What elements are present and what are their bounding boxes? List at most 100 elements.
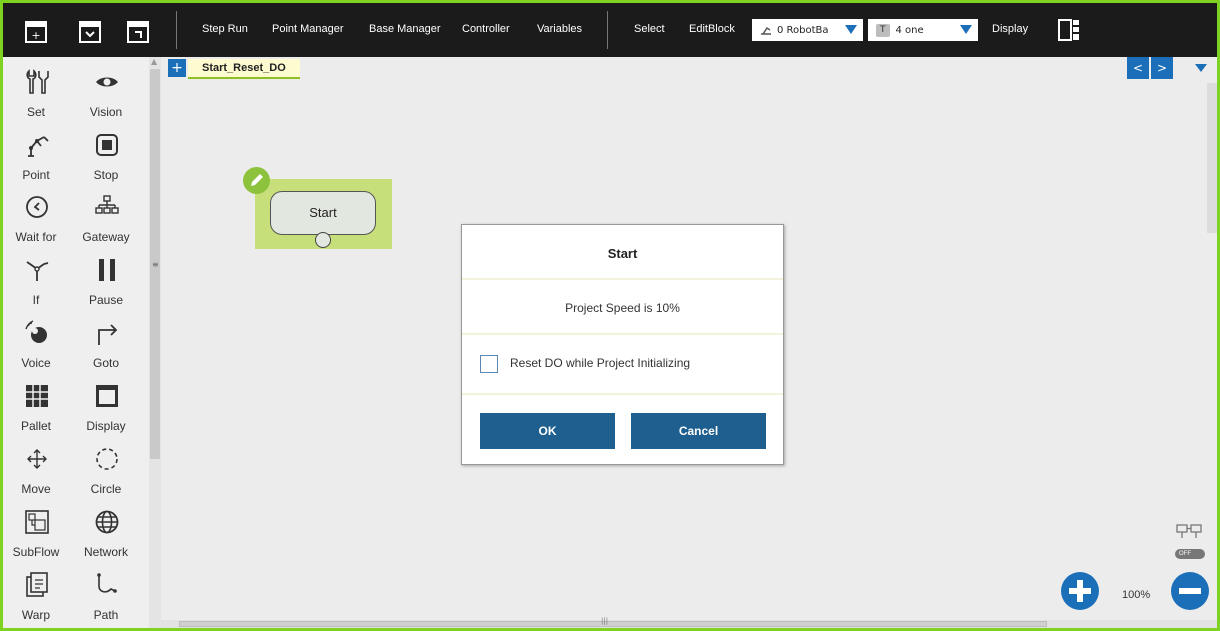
- block-palette: Set Vision Point Stop Wait for Gateway I…: [3, 57, 149, 628]
- toolbar-separator: [607, 11, 608, 49]
- point-manager-menu[interactable]: Point Manager: [272, 23, 344, 35]
- voice-icon: [25, 320, 47, 343]
- prev-tab-button[interactable]: <: [1127, 57, 1149, 79]
- stop-icon: [96, 134, 118, 156]
- pause-icon: [99, 259, 115, 281]
- path-icon: [97, 573, 117, 593]
- palette-item-if[interactable]: If: [5, 251, 67, 313]
- toggle-switch[interactable]: OFF: [1175, 549, 1205, 559]
- save-file-icon[interactable]: [127, 19, 149, 43]
- start-node[interactable]: Start: [243, 167, 392, 249]
- palette-item-gateway[interactable]: Gateway: [75, 188, 137, 250]
- palette-item-label: Goto: [92, 356, 119, 370]
- flow-toggle[interactable]: OFF: [1169, 521, 1209, 565]
- wrench-icon: [26, 69, 49, 94]
- display-menu[interactable]: Display: [992, 23, 1028, 35]
- app-window: + Step Run Point Manager Base Manager Co…: [3, 3, 1217, 628]
- editblock-menu[interactable]: EditBlock: [689, 23, 735, 35]
- palette-item-display[interactable]: Display: [75, 377, 137, 439]
- warp-icon: [26, 572, 48, 597]
- scrollbar-thumb[interactable]: [179, 621, 1047, 627]
- palette-item-circle[interactable]: Circle: [75, 440, 137, 502]
- edit-pencil-icon[interactable]: [243, 167, 270, 194]
- next-tab-button[interactable]: >: [1151, 57, 1173, 79]
- palette-scrollbar[interactable]: ▲ ≡: [149, 57, 161, 628]
- tool-select[interactable]: T 4 one: [868, 19, 978, 41]
- globe-icon: [95, 510, 119, 534]
- palette-item-point[interactable]: Point: [5, 126, 67, 188]
- palette-item-subflow[interactable]: SubFlow: [5, 503, 67, 565]
- chevron-down-icon[interactable]: [1195, 64, 1207, 72]
- checkbox-label[interactable]: Reset DO while Project Initializing: [510, 356, 690, 370]
- palette-item-pause[interactable]: Pause: [75, 251, 137, 313]
- palette-item-label: Vision: [89, 105, 123, 119]
- checkbox-box[interactable]: [480, 355, 498, 373]
- canvas-horizontal-scrollbar[interactable]: |||: [161, 617, 1217, 628]
- palette-item-move[interactable]: Move: [5, 440, 67, 502]
- display-icon: [96, 385, 118, 407]
- select-menu[interactable]: Select: [634, 23, 665, 35]
- palette-item-warp[interactable]: Warp: [5, 566, 67, 628]
- base-select[interactable]: 0 RobotBa: [752, 19, 863, 41]
- palette-item-wait-for[interactable]: Wait for: [5, 188, 67, 250]
- palette-item-goto[interactable]: Goto: [75, 314, 137, 376]
- step-run-menu[interactable]: Step Run: [202, 23, 248, 35]
- reset-do-checkbox[interactable]: Reset DO while Project Initializing: [480, 354, 770, 374]
- zoom-out-button[interactable]: [1171, 572, 1209, 610]
- grip-icon: ≡: [152, 260, 159, 269]
- palette-item-pallet[interactable]: Pallet: [5, 377, 67, 439]
- tab-start-reset-do[interactable]: Start_Reset_DO: [188, 59, 300, 79]
- robot-base-icon: [761, 26, 771, 35]
- cancel-button[interactable]: Cancel: [631, 413, 766, 449]
- palette-item-set[interactable]: Set: [5, 63, 67, 125]
- palette-item-label: Gateway: [82, 230, 130, 244]
- zoom-in-button[interactable]: [1061, 572, 1099, 610]
- palette-item-network[interactable]: Network: [75, 503, 137, 565]
- svg-text:+: +: [31, 29, 40, 42]
- palette-item-label: If: [32, 293, 40, 307]
- move-arrows-icon: [27, 449, 47, 469]
- grip-icon: |||: [601, 617, 609, 625]
- base-select-value: 0 RobotBa: [777, 24, 829, 36]
- palette-item-label: Warp: [21, 608, 51, 622]
- palette-item-label: SubFlow: [12, 545, 60, 559]
- branch-icon: [26, 261, 49, 281]
- variables-menu[interactable]: Variables: [537, 23, 582, 35]
- output-port[interactable]: [315, 232, 331, 248]
- controller-menu[interactable]: Controller: [462, 23, 510, 35]
- flow-link-icon: [1176, 524, 1202, 538]
- palette-item-stop[interactable]: Stop: [75, 126, 137, 188]
- palette-item-label: Network: [83, 545, 128, 559]
- canvas-vertical-scrollbar[interactable]: [1207, 83, 1217, 233]
- palette-item-voice[interactable]: Voice: [5, 314, 67, 376]
- ok-button[interactable]: OK: [480, 413, 615, 449]
- palette-item-label: Wait for: [15, 230, 57, 244]
- palette-item-label: Voice: [21, 356, 51, 370]
- top-toolbar: + Step Run Point Manager Base Manager Co…: [3, 3, 1217, 57]
- dialog-title: Start: [462, 225, 783, 280]
- dialog-message: Project Speed is 10%: [462, 282, 783, 335]
- base-manager-menu[interactable]: Base Manager: [369, 23, 441, 35]
- scroll-up-arrow-icon[interactable]: ▲: [151, 57, 157, 66]
- goto-arrow-icon: [98, 324, 118, 345]
- palette-item-label: Circle: [90, 482, 122, 496]
- palette-item-label: Path: [93, 608, 119, 622]
- palette-item-path[interactable]: Path: [75, 566, 137, 628]
- clock-icon: [26, 196, 48, 218]
- subflow-icon: [25, 510, 49, 534]
- tab-nav: < >: [1127, 57, 1217, 79]
- open-file-icon[interactable]: [79, 19, 101, 43]
- eye-icon: [96, 77, 118, 87]
- chevron-down-icon: [960, 25, 972, 34]
- panel-layout-icon[interactable]: [1058, 18, 1080, 42]
- palette-item-label: Move: [21, 482, 51, 496]
- palette-item-label: Pallet: [20, 419, 52, 433]
- add-tab-button[interactable]: +: [168, 59, 186, 77]
- zoom-level: 100%: [1122, 589, 1151, 601]
- palette-item-vision[interactable]: Vision: [75, 63, 137, 125]
- start-node-label[interactable]: Start: [270, 191, 376, 235]
- new-file-icon[interactable]: +: [25, 19, 47, 43]
- hierarchy-icon: [95, 195, 119, 214]
- palette-item-label: Stop: [93, 168, 119, 182]
- palette-item-label: Pause: [88, 293, 124, 307]
